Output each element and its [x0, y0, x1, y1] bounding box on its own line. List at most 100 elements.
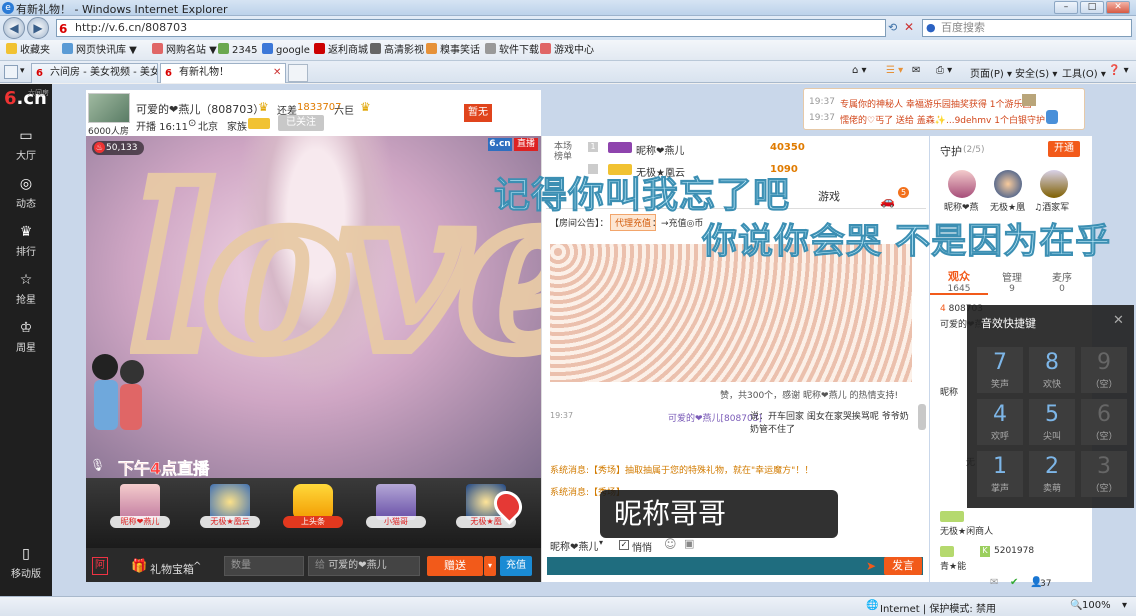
security-zone[interactable]: Internet | 保护模式: 禁用 [880, 600, 996, 615]
chat-scrollbar[interactable] [918, 404, 926, 430]
minimize-button[interactable]: – [1054, 1, 1078, 14]
car-icon[interactable]: 🚗 [880, 194, 895, 208]
page-menu[interactable]: 页面(P) ▾ [970, 65, 1012, 80]
back-button[interactable]: ◀ [3, 17, 25, 39]
notice-text: 专属你的神秘人 幸福游乐园抽奖获得 1个游乐园 [840, 100, 1032, 110]
zoom-level[interactable]: 100% [1082, 600, 1111, 611]
nav-ranking[interactable]: ♛ 排行 [0, 216, 52, 264]
tab-mic-queue[interactable]: 麦序 0 [1040, 263, 1084, 295]
url-input[interactable]: 6 http://v.6.cn/808703 [56, 19, 886, 37]
guard-avatar[interactable] [1040, 170, 1068, 198]
whisper-checkbox[interactable]: ✓ [619, 540, 629, 550]
headline-button[interactable]: 上头条 [283, 484, 343, 540]
chevron-down-icon[interactable]: ▾ [1122, 600, 1127, 611]
close-window-button[interactable]: ✕ [1106, 1, 1130, 14]
tab-games[interactable]: 游戏 [818, 188, 840, 210]
audience-row[interactable]: 无极★闲商人 [940, 524, 993, 537]
fav-item[interactable]: 软件下载 [485, 43, 539, 59]
send-dropdown-icon[interactable]: ▾ [484, 556, 496, 576]
fav-item[interactable]: 游戏中心 [540, 43, 594, 59]
fav-item[interactable]: 高清影视 [370, 43, 424, 59]
send-message-button[interactable]: 发言 [884, 557, 922, 575]
fav-item[interactable]: 网购名站 ▼ [152, 43, 217, 59]
mail-icon[interactable]: ✉ [990, 577, 998, 588]
forward-button[interactable]: ▶ [27, 17, 49, 39]
tab-list-icon[interactable]: ▾ [20, 66, 25, 76]
help-menu[interactable]: ❓ ▾ [1108, 65, 1129, 76]
close-tab-icon[interactable]: ✕ [273, 64, 281, 82]
fx-key-9[interactable]: 9 （空） [1081, 347, 1127, 393]
chevron-up-icon[interactable]: ^ [193, 561, 201, 572]
crown-icon: ♛ [258, 100, 269, 114]
lyric-line-2: 你说你会哭 不是因为在乎 [701, 222, 1112, 263]
image-icon[interactable]: ▣ [684, 537, 694, 550]
audience-row[interactable]: 昵称 [940, 385, 958, 398]
nav-mobile[interactable]: ▯ 移动版 [0, 540, 52, 580]
audience-row[interactable]: 5201978 [994, 546, 1034, 556]
chevron-down-icon[interactable]: ▾ [599, 538, 603, 547]
fx-key-7[interactable]: 7 笑声 [977, 347, 1023, 393]
tab-audience[interactable]: 观众 1645 [930, 263, 988, 295]
streamer-avatar[interactable] [88, 93, 130, 123]
address-toolbar: ◀ ▶ 6 http://v.6.cn/808703 ⟲ ✕ ● 百度搜索 [0, 16, 1136, 40]
nav-hall[interactable]: ▭ 大厅 [0, 120, 52, 168]
recipient-select[interactable]: 给 可爱的❤燕儿 [308, 556, 420, 576]
follow-button[interactable]: 已关注 [278, 115, 324, 131]
emoji-icon[interactable]: ☺ [664, 537, 677, 551]
gift-user-slot[interactable]: 小猫哥 [366, 484, 426, 540]
fx-key-8[interactable]: 8 欢快 [1029, 347, 1075, 393]
quick-tabs-icon[interactable] [4, 65, 18, 79]
gift-box-button[interactable]: 礼物宝箱 [150, 561, 194, 577]
open-guard-button[interactable]: 开通 [1048, 141, 1080, 157]
safety-menu[interactable]: 安全(S) ▾ [1015, 65, 1057, 80]
search-input[interactable]: ● 百度搜索 [922, 19, 1132, 37]
print-icon[interactable]: ⎙ ▾ [936, 65, 952, 76]
quantity-input[interactable]: 数量 [224, 556, 304, 576]
fav-item[interactable]: 糗事笑话 [426, 43, 480, 59]
guard-avatar[interactable] [948, 170, 976, 198]
chat-sender-select[interactable]: 昵称❤燕儿 [550, 538, 598, 553]
fx-key-4[interactable]: 4 欢呼 [977, 399, 1023, 445]
mail-icon[interactable]: ✉ [912, 65, 920, 76]
nav-star[interactable]: ☆ 抢星 [0, 264, 52, 312]
fire-icon[interactable]: 阿 [92, 557, 108, 575]
whisper-label: 悄悄 [632, 543, 652, 554]
close-icon[interactable]: ✕ [1113, 313, 1124, 328]
tab-6cn-home[interactable]: 6 六间房 - 美女视频 - 美女... [31, 63, 158, 83]
family-badge [248, 118, 270, 129]
favorites-button[interactable]: 收藏夹 [6, 43, 50, 59]
home-icon[interactable]: ⌂ ▾ [852, 65, 867, 76]
recharge-button[interactable]: 充值 [500, 556, 532, 576]
fav-item[interactable]: 返利商城 [314, 43, 368, 59]
tab-new-gift[interactable]: 6 有新礼物！ ✕ [160, 63, 286, 83]
audience-row[interactable]: 青★能 [940, 559, 966, 572]
tab-admins[interactable]: 管理 9 [990, 263, 1034, 295]
check-circle-icon[interactable]: ✔ [1010, 577, 1018, 588]
guard-name[interactable]: ♫酒家军 [1034, 200, 1069, 213]
fx-key-5[interactable]: 5 尖叫 [1029, 399, 1075, 445]
streamer-name[interactable]: 可爱的❤燕儿（808703） [136, 101, 264, 117]
new-tab-button[interactable] [288, 64, 308, 82]
fx-key-2[interactable]: 2 卖萌 [1029, 451, 1075, 497]
send-gift-button[interactable]: 赠送 [427, 556, 483, 576]
fx-key-3[interactable]: 3 （空） [1081, 451, 1127, 497]
notice-time: 19:37 [809, 113, 835, 123]
nav-weekly[interactable]: ♔ 周星 [0, 312, 52, 360]
fav-item[interactable]: google [262, 43, 310, 59]
guard-name[interactable]: 无极★凰 [990, 200, 1025, 213]
nav-activity[interactable]: ◎ 动态 [0, 168, 52, 216]
feeds-icon[interactable]: ☰ ▾ [886, 65, 903, 76]
maximize-button[interactable]: □ [1080, 1, 1104, 14]
fx-key-1[interactable]: 1 掌声 [977, 451, 1023, 497]
refresh-icon[interactable]: ⟲ [888, 21, 897, 34]
stop-icon[interactable]: ✕ [904, 20, 914, 34]
gift-user-slot[interactable]: 无极★凰云 [200, 484, 260, 540]
tools-menu[interactable]: 工具(O) ▾ [1062, 65, 1106, 80]
guard-name[interactable]: 昵称❤燕 [944, 200, 979, 213]
guard-avatar[interactable] [994, 170, 1022, 198]
fav-item[interactable]: 网页快讯库 ▼ [62, 43, 137, 59]
rank-1-name[interactable]: 昵称❤燕儿 [636, 142, 684, 157]
gift-user-slot[interactable]: 昵称❤燕儿 [110, 484, 170, 540]
fav-item[interactable]: 2345 [218, 43, 257, 59]
fx-key-6[interactable]: 6 （空） [1081, 399, 1127, 445]
